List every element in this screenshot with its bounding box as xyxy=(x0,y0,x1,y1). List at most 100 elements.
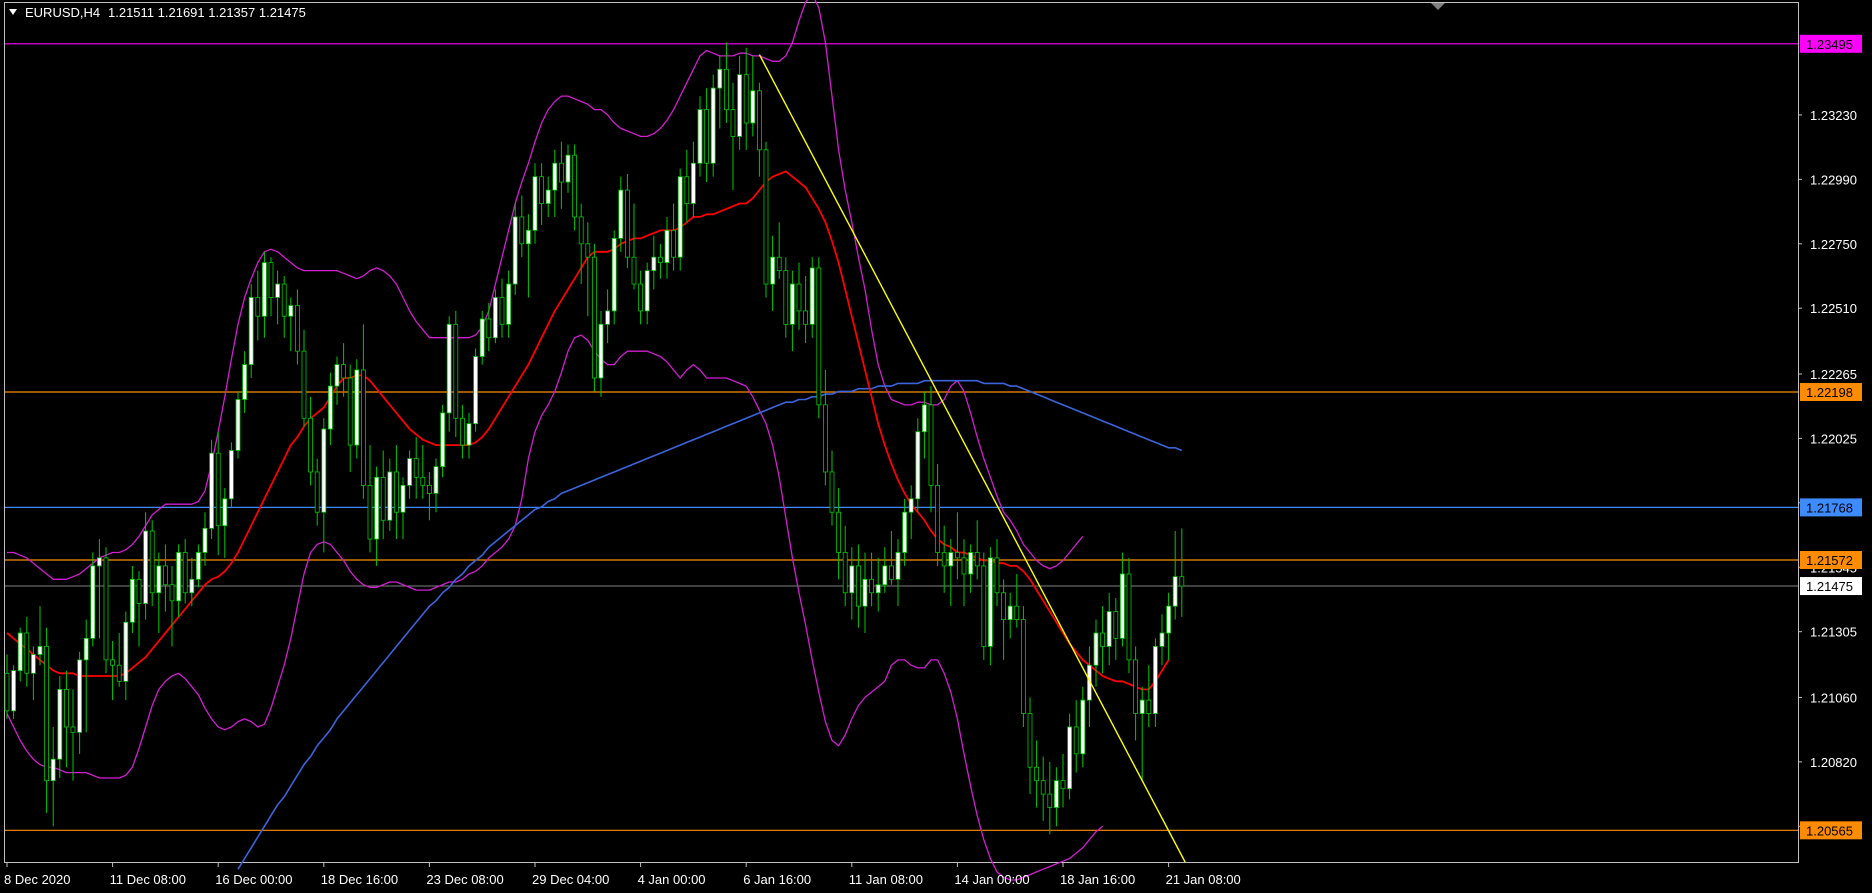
candle-body-bullish xyxy=(466,423,472,446)
candle-body-bearish xyxy=(1126,573,1132,661)
candle-body-bearish xyxy=(1100,632,1105,647)
candle-body-bullish xyxy=(915,431,921,500)
candle xyxy=(592,243,597,392)
candle-body-bullish xyxy=(1106,611,1112,647)
candle-body-bullish xyxy=(479,318,485,357)
price-chart[interactable]: 1.23230 1.22990 1.22750 1.22510 1.22265 1.220… xyxy=(0,0,1872,893)
candle-body-bearish xyxy=(136,578,142,604)
candle-body-bullish xyxy=(849,565,855,594)
candle xyxy=(473,348,479,432)
x-axis-tick-label: 8 Dec 2020 xyxy=(4,872,71,887)
candle-body-bearish xyxy=(671,229,676,258)
candle xyxy=(816,257,822,419)
level-price-label-3-text: 1.21572 xyxy=(1806,553,1853,568)
candle-body-bearish xyxy=(1034,766,1039,782)
candle-body-bearish xyxy=(658,256,663,263)
candle-body-bullish xyxy=(407,458,413,486)
candle-body-bearish xyxy=(64,688,69,728)
candle-body-bearish xyxy=(1047,793,1053,808)
symbol-timeframe: EURUSD,H4 xyxy=(25,5,100,20)
candle-body-bullish xyxy=(565,154,571,183)
candle xyxy=(611,230,617,325)
candle-body-bullish xyxy=(1166,605,1171,634)
candle-body-bullish xyxy=(506,283,512,325)
candle-body-bullish xyxy=(275,283,281,298)
candle-body-bearish xyxy=(4,672,10,712)
candle-body-bullish xyxy=(129,578,135,623)
y-axis-tick-label: 1.23230 xyxy=(1810,108,1857,123)
candle-body-bearish xyxy=(539,176,544,204)
level-price-label-4: 1.20565 xyxy=(1800,821,1862,840)
candle-body-bullish xyxy=(1172,576,1178,607)
candle-body-bearish xyxy=(856,565,861,607)
y-axis-tick-label: 1.20820 xyxy=(1810,755,1857,770)
candle-body-bearish xyxy=(426,484,432,494)
candle xyxy=(1153,638,1158,727)
level-price-label-2-text: 1.21768 xyxy=(1806,500,1853,515)
candle-body-bearish xyxy=(44,646,49,782)
y-axis-tick-label: 1.22990 xyxy=(1810,172,1857,187)
candle xyxy=(512,203,518,295)
candle-body-bullish xyxy=(37,646,43,655)
chart-background xyxy=(0,0,1872,893)
level-price-label-3: 1.21572 xyxy=(1800,551,1862,570)
candle-body-bullish xyxy=(618,189,624,239)
candle xyxy=(209,439,215,540)
candle-body-bearish xyxy=(268,262,274,298)
level-price-label-0: 1.23495 xyxy=(1800,34,1862,53)
candle xyxy=(492,289,498,344)
x-axis-tick-label: 6 Jan 16:00 xyxy=(743,872,811,887)
candle-body-bearish xyxy=(1014,605,1020,621)
candle-body-bearish xyxy=(367,484,373,540)
candle-body-bullish xyxy=(77,659,82,733)
candle-body-bearish xyxy=(24,632,30,674)
candle-body-bullish xyxy=(235,399,241,451)
candle-body-bullish xyxy=(156,565,162,594)
candle-body-bullish xyxy=(473,356,479,425)
y-axis-tick-label: 1.21305 xyxy=(1810,625,1857,640)
candle-body-bearish xyxy=(974,552,980,567)
candle-body-bearish xyxy=(103,557,109,661)
candle-body-bearish xyxy=(393,471,399,513)
candle-body-bearish xyxy=(941,552,947,567)
candle-body-bullish xyxy=(512,216,518,285)
candle xyxy=(354,359,360,459)
y-axis-tick-label: 1.22510 xyxy=(1810,301,1857,316)
candle-body-bearish xyxy=(730,109,736,137)
candle-body-bearish xyxy=(743,74,749,124)
candle-body-bearish xyxy=(1027,713,1033,768)
candle-body-bearish xyxy=(1146,699,1152,714)
candle-body-bullish xyxy=(433,466,439,494)
candle xyxy=(11,665,17,719)
candle-body-bearish xyxy=(1021,619,1026,714)
candle-body-bearish xyxy=(803,310,808,325)
candle-body-bullish xyxy=(1054,780,1059,808)
candle xyxy=(763,141,769,298)
candle-body-bearish xyxy=(1001,592,1006,621)
candle-body-bearish xyxy=(149,530,155,594)
x-axis-tick-label: 18 Dec 16:00 xyxy=(321,872,398,887)
candle-body-bullish xyxy=(790,283,795,325)
candle-body-bearish xyxy=(776,256,782,272)
candle-body-bullish xyxy=(400,484,406,513)
candle-body-bearish xyxy=(70,726,76,733)
candle-body-bullish xyxy=(605,310,610,325)
candle-body-bullish xyxy=(902,511,907,553)
candle-body-bullish xyxy=(770,256,775,285)
candle-body-bullish xyxy=(691,162,696,204)
candle-body-bearish xyxy=(836,511,841,553)
candle xyxy=(453,310,459,438)
candle-body-bullish xyxy=(261,262,267,317)
candle-body-bearish xyxy=(360,369,366,486)
candle-body-bearish xyxy=(842,552,848,594)
candle-body-bearish xyxy=(783,270,789,325)
candle-body-bearish xyxy=(347,377,353,446)
candle-body-bearish xyxy=(631,256,637,285)
candle xyxy=(677,168,683,271)
candle-body-bullish xyxy=(97,557,102,567)
candle-body-bearish xyxy=(420,476,426,486)
level-price-label-2: 1.21768 xyxy=(1800,498,1862,517)
x-axis-tick-label: 23 Dec 08:00 xyxy=(426,872,503,887)
candle-body-bearish xyxy=(961,557,967,575)
candle-body-bullish xyxy=(651,256,657,272)
